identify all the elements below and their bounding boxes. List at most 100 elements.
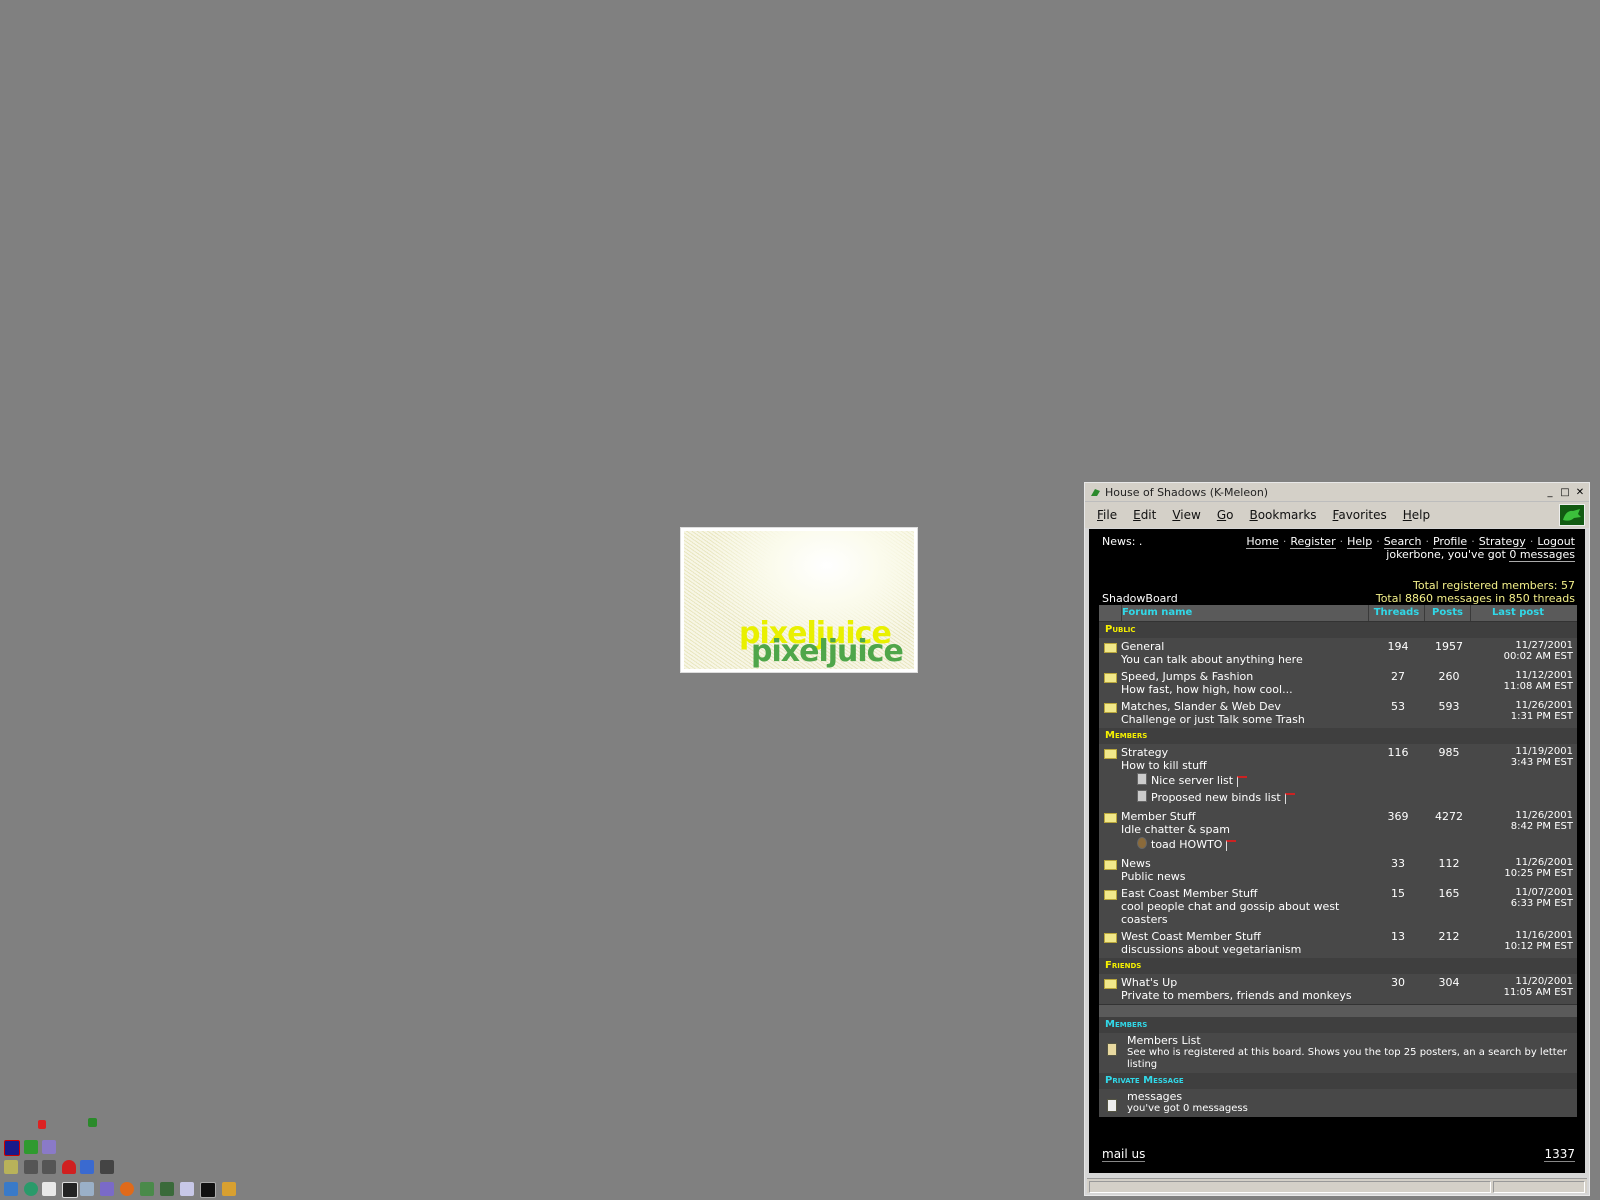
last-post-date: 11/26/2001 [1515, 700, 1573, 711]
forum-row[interactable]: Matches, Slander & Web Dev Challenge or … [1099, 698, 1577, 728]
folder-icon [1104, 860, 1117, 870]
browser-window: House of Shadows (K-Meleon) _ □ ✕ File E… [1084, 482, 1590, 1196]
board-name-link[interactable]: ShadowBoard [1102, 592, 1178, 606]
forum-row[interactable]: General You can talk about anything here… [1099, 638, 1577, 668]
last-post-date: 11/26/2001 [1515, 857, 1573, 868]
sticky-thread-title[interactable]: Proposed new binds list [1151, 791, 1281, 804]
cmd-icon[interactable] [200, 1182, 216, 1198]
search-doc-icon[interactable] [180, 1182, 194, 1196]
nav-strategy[interactable]: Strategy [1478, 535, 1526, 549]
menu-favorites[interactable]: Favorites [1333, 508, 1387, 522]
sticky-thread[interactable]: Proposed new binds list [1137, 789, 1577, 806]
menu-go[interactable]: Go [1217, 508, 1234, 522]
mail-icon[interactable] [42, 1182, 56, 1196]
header-last-post: Last post [1470, 605, 1565, 621]
sticky-thread-title[interactable]: Nice server list [1151, 774, 1233, 787]
window-icon-2[interactable] [42, 1160, 56, 1174]
document-icon [1137, 790, 1147, 802]
thread-count: 194 [1387, 640, 1409, 653]
kmeleon-quick-icon[interactable] [24, 1140, 38, 1154]
forum-row[interactable]: News Public news 33 112 11/26/2001 10:25 … [1099, 855, 1577, 885]
nav-help[interactable]: Help [1347, 535, 1373, 549]
terminal-window-icon[interactable] [160, 1182, 174, 1196]
menu-file[interactable]: File [1097, 508, 1117, 522]
forum-desc: Private to members, friends and monkeys [1121, 989, 1352, 1002]
kmeleon-throbber-icon [1559, 504, 1585, 526]
app-icon[interactable] [100, 1182, 114, 1196]
last-post-date: 11/20/2001 [1515, 976, 1573, 987]
header-posts: Posts [1424, 605, 1470, 621]
rocket-icon[interactable] [222, 1182, 236, 1196]
nav-logout[interactable]: Logout [1537, 535, 1575, 549]
last-post: 11/26/2001 1:31 PM EST [1477, 700, 1573, 722]
forum-desc: discussions about vegetarianism [1121, 943, 1302, 956]
menu-view[interactable]: View [1172, 508, 1200, 522]
messages-link[interactable]: messages [1127, 1091, 1573, 1103]
forum-row[interactable]: Strategy How to kill stuff 116 985 11/19… [1099, 744, 1577, 808]
folder-icon [1104, 890, 1117, 900]
last-post-time: 11:08 AM EST [1503, 681, 1573, 692]
forum-desc: Challenge or just Talk some Trash [1121, 713, 1305, 726]
kmeleon-icon[interactable] [88, 1118, 97, 1127]
forum-row[interactable]: Speed, Jumps & Fashion How fast, how hig… [1099, 668, 1577, 698]
users-icon[interactable] [140, 1182, 154, 1196]
maximize-button[interactable]: □ [1558, 486, 1572, 499]
members-list-desc: See who is registered at this board. Sho… [1127, 1047, 1567, 1070]
mail-us-link[interactable]: mail us [1102, 1147, 1146, 1162]
winamp-icon[interactable] [4, 1140, 20, 1156]
nav-profile[interactable]: Profile [1432, 535, 1468, 549]
forum-row[interactable]: What's Up Private to members, friends an… [1099, 974, 1577, 1004]
thread-count: 27 [1391, 670, 1405, 683]
thread-count: 53 [1391, 700, 1405, 713]
messages-link[interactable]: 0 messages [1509, 548, 1575, 562]
private-message-row[interactable]: messages you've got 0 messagess [1099, 1089, 1577, 1117]
folder-icon [1104, 643, 1117, 653]
tray-app-icon[interactable] [38, 1120, 46, 1129]
last-post-time: 1:31 PM EST [1510, 711, 1573, 722]
menu-edit[interactable]: Edit [1133, 508, 1156, 522]
last-post: 11/12/2001 11:08 AM EST [1477, 670, 1573, 692]
stats-members: Total registered members: 57 [1412, 579, 1575, 592]
volume-icon[interactable] [4, 1160, 18, 1174]
heart-icon[interactable] [62, 1160, 76, 1174]
color-wheel-icon[interactable] [120, 1182, 134, 1196]
folder-icon [1104, 813, 1117, 823]
post-count: 165 [1438, 887, 1460, 900]
sticky-thread[interactable]: Nice server list [1137, 772, 1577, 789]
nav-home[interactable]: Home [1246, 535, 1279, 549]
members-list-link[interactable]: Members List [1127, 1035, 1573, 1047]
tool-icon[interactable] [42, 1140, 56, 1154]
last-post-time: 3:43 PM EST [1510, 757, 1573, 768]
folder-icon [1104, 703, 1117, 713]
toad-icon [1137, 837, 1147, 849]
menu-help[interactable]: Help [1403, 508, 1430, 522]
minimize-button[interactable]: _ [1543, 486, 1557, 499]
desktop-wallpaper-image: pixeljuice pixeljuice [680, 527, 918, 673]
page-content: News: . Home · Register · Help · Search · Profil… [1089, 529, 1585, 1173]
network-icon[interactable] [100, 1160, 114, 1174]
forum-row[interactable]: East Coast Member Stuff cool people chat… [1099, 885, 1577, 928]
last-post-time: 11:05 AM EST [1503, 987, 1573, 998]
refresh-icon[interactable] [80, 1160, 94, 1174]
folder-icon[interactable] [80, 1182, 94, 1196]
photo-icon[interactable] [62, 1182, 78, 1198]
globe-icon[interactable] [24, 1182, 38, 1196]
window-icon[interactable] [24, 1160, 38, 1174]
title-bar[interactable]: House of Shadows (K-Meleon) _ □ ✕ [1085, 483, 1589, 501]
menu-bookmarks[interactable]: Bookmarks [1249, 508, 1316, 522]
members-list-icon [1107, 1043, 1117, 1056]
post-count: 593 [1438, 700, 1460, 713]
members-list-row[interactable]: Members List See who is registered at th… [1099, 1033, 1577, 1073]
forum-desc: How to kill stuff [1121, 759, 1207, 772]
nav-search[interactable]: Search [1383, 535, 1422, 549]
category-friends: Friends [1099, 958, 1577, 974]
close-button[interactable]: ✕ [1573, 486, 1587, 499]
forum-row[interactable]: West Coast Member Stuff discussions abou… [1099, 928, 1577, 958]
forum-row[interactable]: Member Stuff Idle chatter & spam 369 427… [1099, 808, 1577, 855]
desktop-icon[interactable] [4, 1182, 18, 1196]
last-post-date: 11/26/2001 [1515, 810, 1573, 821]
sticky-thread[interactable]: toad HOWTO [1137, 836, 1577, 853]
sticky-thread-title[interactable]: toad HOWTO [1151, 838, 1222, 851]
post-count: 112 [1438, 857, 1460, 870]
nav-register[interactable]: Register [1290, 535, 1336, 549]
